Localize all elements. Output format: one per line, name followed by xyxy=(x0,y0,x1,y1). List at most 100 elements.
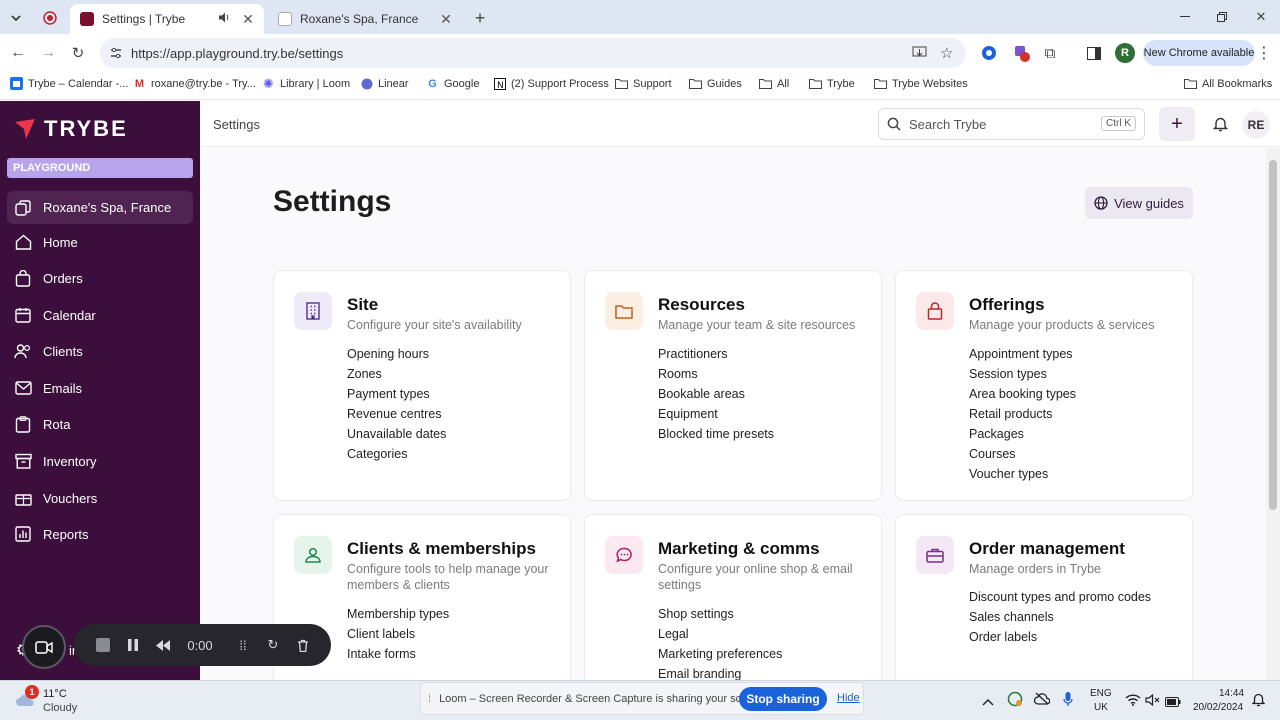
link-membership-types[interactable]: Membership types xyxy=(347,604,449,624)
all-bookmarks-folder[interactable]: All Bookmarks xyxy=(1184,77,1272,90)
link-retail-products[interactable]: Retail products xyxy=(969,404,1076,424)
sidebar-item-home[interactable]: Home xyxy=(0,227,200,257)
install-app-icon[interactable] xyxy=(912,46,927,65)
link-legal[interactable]: Legal xyxy=(658,624,782,644)
link-bookable-areas[interactable]: Bookable areas xyxy=(658,384,774,404)
hide-sharing-bar-link[interactable]: Hide xyxy=(837,692,860,704)
loom-camera-button[interactable] xyxy=(22,625,66,669)
bookmark-folder-trybe[interactable]: Trybe xyxy=(809,77,855,90)
new-chrome-available-button[interactable]: New Chrome available xyxy=(1143,40,1255,66)
stop-recording-icon[interactable] xyxy=(88,638,118,652)
card-title[interactable]: Marketing & comms xyxy=(658,539,820,559)
pause-icon[interactable] xyxy=(118,639,148,651)
bookmark-folder-support[interactable]: Support xyxy=(615,77,672,90)
clock-date[interactable]: 20/02/2024 xyxy=(1193,702,1243,713)
keyboard-language-eng[interactable]: ENG xyxy=(1090,688,1112,699)
sidebar-item-orders[interactable]: Orders xyxy=(0,263,200,293)
link-sales-channels[interactable]: Sales channels xyxy=(969,607,1151,627)
link-payment-types[interactable]: Payment types xyxy=(347,384,446,404)
link-marketing-preferences[interactable]: Marketing preferences xyxy=(658,644,782,664)
link-practitioners[interactable]: Practitioners xyxy=(658,344,774,364)
link-revenue-centres[interactable]: Revenue centres xyxy=(347,404,446,424)
link-discount-types-promo-codes[interactable]: Discount types and promo codes xyxy=(969,587,1151,607)
site-switcher[interactable]: Roxane's Spa, France xyxy=(7,191,193,224)
restore-icon[interactable] xyxy=(1213,8,1231,26)
link-appointment-types[interactable]: Appointment types xyxy=(969,344,1076,364)
bookmark-trybe-calendar[interactable]: Trybe – Calendar -... xyxy=(10,77,128,90)
back-arrow-icon[interactable]: ← xyxy=(9,44,27,62)
close-window-icon[interactable]: ✕ xyxy=(1252,8,1270,26)
chrome-menu-kebab-icon[interactable]: ⋮ xyxy=(1256,44,1272,62)
search-input[interactable]: Search Trybe Ctrl K xyxy=(878,108,1145,140)
page-scrollbar[interactable] xyxy=(1266,148,1280,680)
card-title[interactable]: Clients & memberships xyxy=(347,539,536,559)
notifications-bell-icon[interactable] xyxy=(1212,116,1229,137)
tray-app-icon[interactable] xyxy=(1007,691,1023,712)
link-shop-settings[interactable]: Shop settings xyxy=(658,604,782,624)
link-packages[interactable]: Packages xyxy=(969,424,1076,444)
speaker-icon[interactable] xyxy=(218,11,234,27)
keyboard-language-uk[interactable]: UK xyxy=(1094,702,1108,713)
card-title[interactable]: Offerings xyxy=(969,295,1045,315)
link-zones[interactable]: Zones xyxy=(347,364,446,384)
speaker-muted-icon[interactable] xyxy=(1145,693,1161,711)
bookmark-gmail[interactable]: M roxane@try.be - Try... xyxy=(133,77,256,90)
user-avatar[interactable]: RE xyxy=(1242,111,1270,139)
bookmark-google[interactable]: G Google xyxy=(426,77,479,90)
address-bar[interactable]: https://app.playground.try.be/settings ☆ xyxy=(100,38,966,68)
bookmark-support-process[interactable]: N (2) Support Process xyxy=(493,77,609,90)
battery-icon[interactable] xyxy=(1165,694,1181,712)
link-intake-forms[interactable]: Intake forms xyxy=(347,644,449,664)
reload-icon[interactable]: ↻ xyxy=(69,44,87,62)
card-title[interactable]: Site xyxy=(347,295,378,315)
tray-chevron-up-icon[interactable] xyxy=(982,693,994,711)
drag-grid-icon[interactable]: ⁞⁞ xyxy=(228,638,258,653)
card-title[interactable]: Resources xyxy=(658,295,745,315)
link-rooms[interactable]: Rooms xyxy=(658,364,774,384)
trash-icon[interactable] xyxy=(288,639,318,652)
bookmark-folder-trybe-websites[interactable]: Trybe Websites xyxy=(874,77,968,90)
link-categories[interactable]: Categories xyxy=(347,444,446,464)
password-extension-icon[interactable] xyxy=(980,44,998,62)
notification-bell-icon[interactable] xyxy=(1251,692,1266,712)
minimize-icon[interactable] xyxy=(1176,8,1194,26)
sidebar-item-calendar[interactable]: Calendar xyxy=(0,300,200,330)
drag-handle-icon[interactable]: ⁞ xyxy=(428,693,431,705)
wifi-icon[interactable] xyxy=(1125,693,1141,711)
side-panel-icon[interactable] xyxy=(1085,44,1103,62)
sidebar-item-reports[interactable]: Reports xyxy=(0,519,200,549)
bookmark-folder-guides[interactable]: Guides xyxy=(689,77,742,90)
restart-icon[interactable]: ↻ xyxy=(258,637,288,653)
sidebar-item-clients[interactable]: Clients xyxy=(0,336,200,366)
card-title[interactable]: Order management xyxy=(969,539,1125,559)
bookmark-linear[interactable]: Linear xyxy=(360,77,409,90)
sidebar-item-inventory[interactable]: Inventory xyxy=(0,446,200,476)
site-info-icon[interactable] xyxy=(109,46,123,65)
extensions-puzzle-icon[interactable]: ⧉ xyxy=(1041,44,1059,62)
scrollbar-thumb[interactable] xyxy=(1269,160,1277,510)
link-voucher-types[interactable]: Voucher types xyxy=(969,464,1076,484)
sidebar-item-rota[interactable]: Rota xyxy=(0,409,200,439)
sidebar-item-emails[interactable]: Emails xyxy=(0,373,200,403)
link-session-types[interactable]: Session types xyxy=(969,364,1076,384)
close-tab-icon[interactable]: ✕ xyxy=(240,11,256,28)
clock-time[interactable]: 14:44 xyxy=(1219,688,1244,699)
create-new-button[interactable]: + xyxy=(1159,107,1195,141)
link-unavailable-dates[interactable]: Unavailable dates xyxy=(347,424,446,444)
view-guides-button[interactable]: View guides xyxy=(1085,187,1193,219)
tray-microphone-icon[interactable] xyxy=(1063,691,1073,712)
new-tab-plus-icon[interactable]: + xyxy=(470,8,490,28)
link-email-branding[interactable]: Email branding xyxy=(658,664,782,680)
tab-settings-trybe[interactable]: Settings | Trybe ✕ xyxy=(70,4,264,34)
link-blocked-time-presets[interactable]: Blocked time presets xyxy=(658,424,774,444)
trybe-logo[interactable]: TRYBE xyxy=(14,116,128,142)
link-equipment[interactable]: Equipment xyxy=(658,404,774,424)
link-courses[interactable]: Courses xyxy=(969,444,1076,464)
link-order-labels[interactable]: Order labels xyxy=(969,627,1151,647)
link-area-booking-types[interactable]: Area booking types xyxy=(969,384,1076,404)
bookmark-loom-library[interactable]: ✺ Library | Loom xyxy=(262,76,350,91)
stop-sharing-button[interactable]: Stop sharing xyxy=(739,687,827,711)
weather-widget[interactable]: 1 11°C Cloudy xyxy=(15,685,115,716)
link-opening-hours[interactable]: Opening hours xyxy=(347,344,446,364)
extension-badge-icon[interactable] xyxy=(1011,43,1031,63)
